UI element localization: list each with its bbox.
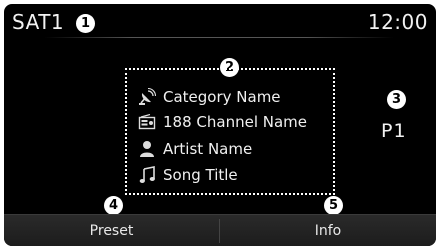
category-row: Category Name: [137, 86, 281, 108]
track-info-panel: Category Name 188 Channel Name Artist Na…: [125, 68, 335, 195]
callout-1: 1: [76, 14, 95, 33]
status-divider: [44, 37, 394, 38]
radio-icon: [137, 112, 157, 132]
music-note-icon: [137, 165, 157, 185]
person-icon: [137, 139, 157, 159]
clock: 12:00: [367, 10, 428, 34]
radio-screen: SAT1 12:00 1 2 3 4 5 Category Name 188 C…: [4, 4, 436, 246]
song-row: Song Title: [137, 164, 238, 186]
callout-4: 4: [104, 196, 123, 215]
category-name: Category Name: [163, 88, 281, 106]
artist-row: Artist Name: [137, 138, 252, 160]
status-bar: SAT1 12:00: [4, 4, 436, 42]
preset-indicator: P1: [381, 120, 407, 142]
channel-row: 188 Channel Name: [137, 111, 307, 133]
info-button[interactable]: Info: [220, 215, 436, 246]
callout-3: 3: [387, 90, 406, 109]
source-label: SAT1: [12, 10, 65, 34]
bottom-bar: Preset Info: [4, 214, 436, 246]
preset-button[interactable]: Preset: [4, 215, 219, 246]
artist-name: Artist Name: [163, 140, 253, 158]
channel-name: 188 Channel Name: [163, 113, 308, 131]
satellite-dish-icon: [137, 87, 157, 107]
song-title: Song Title: [163, 166, 238, 184]
callout-5: 5: [324, 196, 343, 215]
